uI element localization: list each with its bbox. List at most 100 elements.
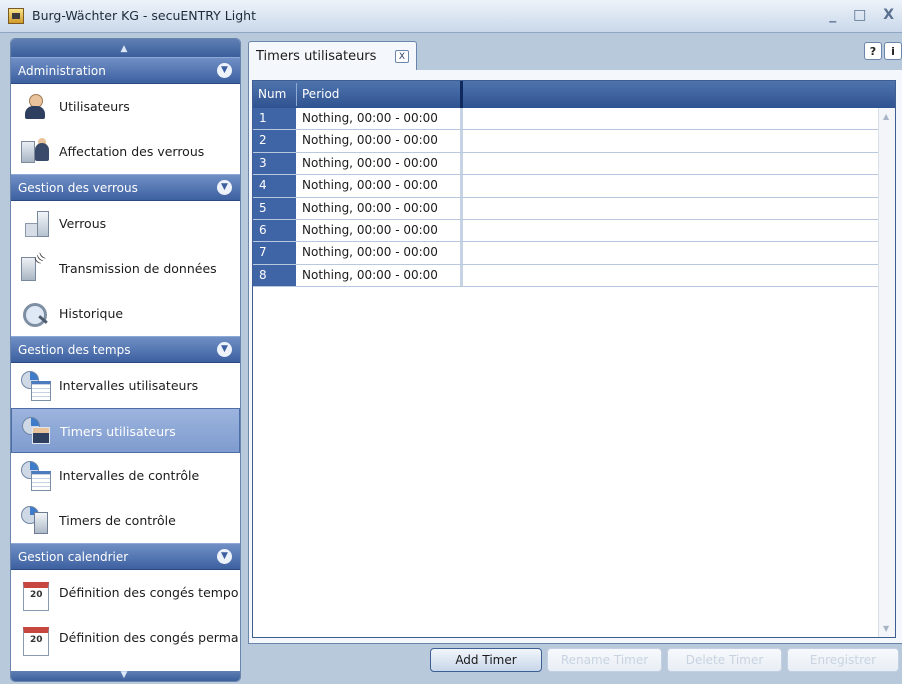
column-header-num[interactable]: Num (258, 87, 286, 101)
row-num: 4 (253, 175, 296, 197)
sidebar-item-transmission[interactable]: Transmission de données (11, 246, 240, 291)
chevron-down-icon: ▼ (120, 670, 128, 680)
user-intervals-icon (21, 371, 51, 401)
rename-timer-button[interactable]: Rename Timer (547, 648, 662, 672)
row-period[interactable]: Nothing, 00:00 - 00:00 (297, 265, 460, 286)
section-gestion-calendrier[interactable]: Gestion calendrier ▼ (11, 543, 240, 570)
history-icon (21, 299, 51, 327)
column-divider[interactable] (296, 83, 297, 106)
table-row[interactable]: 5 Nothing, 00:00 - 00:00 (253, 197, 881, 220)
title-bar: Burg-Wächter KG - secuENTRY Light _ □ X (0, 0, 902, 33)
info-button[interactable]: i (884, 42, 902, 60)
lock-icon (21, 209, 51, 237)
transmission-icon (21, 254, 51, 282)
grid-header: Num Period (253, 81, 895, 108)
sidebar-item-timers-controle[interactable]: Timers de contrôle (11, 498, 240, 543)
sidebar-item-historique[interactable]: Historique (11, 291, 240, 336)
sidebar-item-label: Affectation des verrous (59, 144, 205, 159)
sidebar-item-label: Timers de contrôle (59, 513, 176, 528)
section-label: Gestion des verrous (18, 181, 138, 195)
grid-rows: 1 Nothing, 00:00 - 00:00 2 Nothing, 00:00 … (253, 108, 881, 288)
cell-divider (460, 152, 463, 175)
row-period[interactable]: Nothing, 00:00 - 00:00 (297, 220, 460, 241)
cell-divider (460, 130, 463, 152)
cell-divider (460, 175, 463, 197)
sidebar-item-intervalles-controle[interactable]: Intervalles de contrôle (11, 453, 240, 498)
main-panel: Timers utilisateurs X ? i Num Period 1 Not… (244, 38, 902, 684)
tab-timers-utilisateurs[interactable]: Timers utilisateurs X (248, 41, 417, 71)
chevron-down-icon[interactable]: ▼ (217, 549, 232, 564)
row-num: 8 (253, 264, 296, 287)
tab-content: Num Period 1 Nothing, 00:00 - 00:00 2 Noth… (248, 70, 902, 644)
column-divider[interactable] (460, 81, 463, 108)
row-period[interactable]: Nothing, 00:00 - 00:00 (297, 108, 460, 129)
delete-timer-button[interactable]: Delete Timer (667, 648, 782, 672)
section-label: Administration (18, 64, 106, 78)
cell-divider (460, 264, 463, 287)
sidebar-item-label: Intervalles utilisateurs (59, 378, 199, 393)
sidebar-item-label: Timers utilisateurs (60, 424, 176, 439)
close-tab-button[interactable]: X (395, 50, 409, 63)
sidebar-item-intervalles-utilisateurs[interactable]: Intervalles utilisateurs (11, 363, 240, 408)
sidebar-item-utilisateurs[interactable]: Utilisateurs (11, 84, 240, 129)
table-row[interactable]: 1 Nothing, 00:00 - 00:00 (253, 108, 881, 131)
row-period[interactable]: Nothing, 00:00 - 00:00 (297, 175, 460, 196)
scroll-down-icon[interactable]: ▼ (883, 624, 889, 633)
sidebar: ▲ Administration ▼ Utilisateurs Affectat… (10, 38, 241, 682)
sidebar-scroll-down[interactable]: ▼ (11, 670, 240, 681)
section-label: Gestion des temps (18, 343, 131, 357)
section-gestion-verrous[interactable]: Gestion des verrous ▼ (11, 174, 240, 201)
cell-divider (460, 197, 463, 219)
holiday-temp-icon (21, 578, 51, 611)
row-period[interactable]: Nothing, 00:00 - 00:00 (297, 198, 460, 219)
timers-grid: Num Period 1 Nothing, 00:00 - 00:00 2 Noth… (252, 80, 896, 638)
cell-divider (460, 108, 463, 130)
control-intervals-icon (21, 461, 51, 491)
cell-divider (460, 219, 463, 242)
sidebar-item-label: Utilisateurs (59, 99, 130, 114)
sidebar-scroll-up[interactable]: ▲ (11, 39, 240, 57)
table-row[interactable]: 7 Nothing, 00:00 - 00:00 (253, 242, 881, 265)
section-label: Gestion calendrier (18, 550, 129, 564)
cell-divider (460, 242, 463, 264)
window-controls[interactable]: _ □ X (829, 7, 900, 23)
sidebar-item-verrous[interactable]: Verrous (11, 201, 240, 246)
row-num: 3 (253, 152, 296, 175)
section-administration[interactable]: Administration ▼ (11, 57, 240, 84)
help-buttons: ? i (862, 42, 902, 60)
user-icon (21, 92, 51, 120)
table-row[interactable]: 8 Nothing, 00:00 - 00:00 (253, 264, 881, 288)
add-timer-button[interactable]: Add Timer (430, 648, 542, 672)
row-period[interactable]: Nothing, 00:00 - 00:00 (297, 130, 460, 151)
vertical-scrollbar[interactable]: ▲ ▼ (878, 108, 895, 637)
sidebar-item-affectation-verrous[interactable]: Affectation des verrous (11, 129, 240, 174)
sidebar-item-label: Transmission de données (59, 261, 217, 276)
row-period[interactable]: Nothing, 00:00 - 00:00 (297, 153, 460, 174)
sidebar-item-label: Historique (59, 306, 124, 321)
sidebar-item-label: Définition des congés perma (59, 630, 239, 645)
table-row[interactable]: 4 Nothing, 00:00 - 00:00 (253, 175, 881, 198)
save-button[interactable]: Enregistrer (787, 648, 899, 672)
sidebar-item-conges-temporaires[interactable]: Définition des congés tempo (11, 570, 240, 615)
row-num: 6 (253, 219, 296, 242)
table-row[interactable]: 3 Nothing, 00:00 - 00:00 (253, 152, 881, 176)
holiday-perm-icon (21, 623, 51, 656)
row-num: 7 (253, 242, 296, 264)
window-title: Burg-Wächter KG - secuENTRY Light (32, 8, 256, 23)
chevron-down-icon[interactable]: ▼ (217, 180, 232, 195)
chevron-up-icon: ▲ (120, 44, 128, 54)
sidebar-item-conges-permanents[interactable]: Définition des congés perma (11, 615, 240, 660)
sidebar-item-timers-utilisateurs[interactable]: Timers utilisateurs (11, 408, 240, 453)
section-gestion-temps[interactable]: Gestion des temps ▼ (11, 336, 240, 363)
chevron-down-icon[interactable]: ▼ (217, 342, 232, 357)
row-num: 1 (253, 108, 296, 130)
sidebar-item-label: Définition des congés tempo (59, 585, 239, 600)
help-button[interactable]: ? (864, 42, 882, 60)
scroll-up-icon[interactable]: ▲ (883, 112, 889, 121)
column-header-period[interactable]: Period (302, 87, 339, 101)
chevron-down-icon[interactable]: ▼ (217, 63, 232, 78)
row-period[interactable]: Nothing, 00:00 - 00:00 (297, 242, 460, 263)
table-row[interactable]: 6 Nothing, 00:00 - 00:00 (253, 219, 881, 243)
table-row[interactable]: 2 Nothing, 00:00 - 00:00 (253, 130, 881, 153)
sidebar-item-label: Verrous (59, 216, 107, 231)
